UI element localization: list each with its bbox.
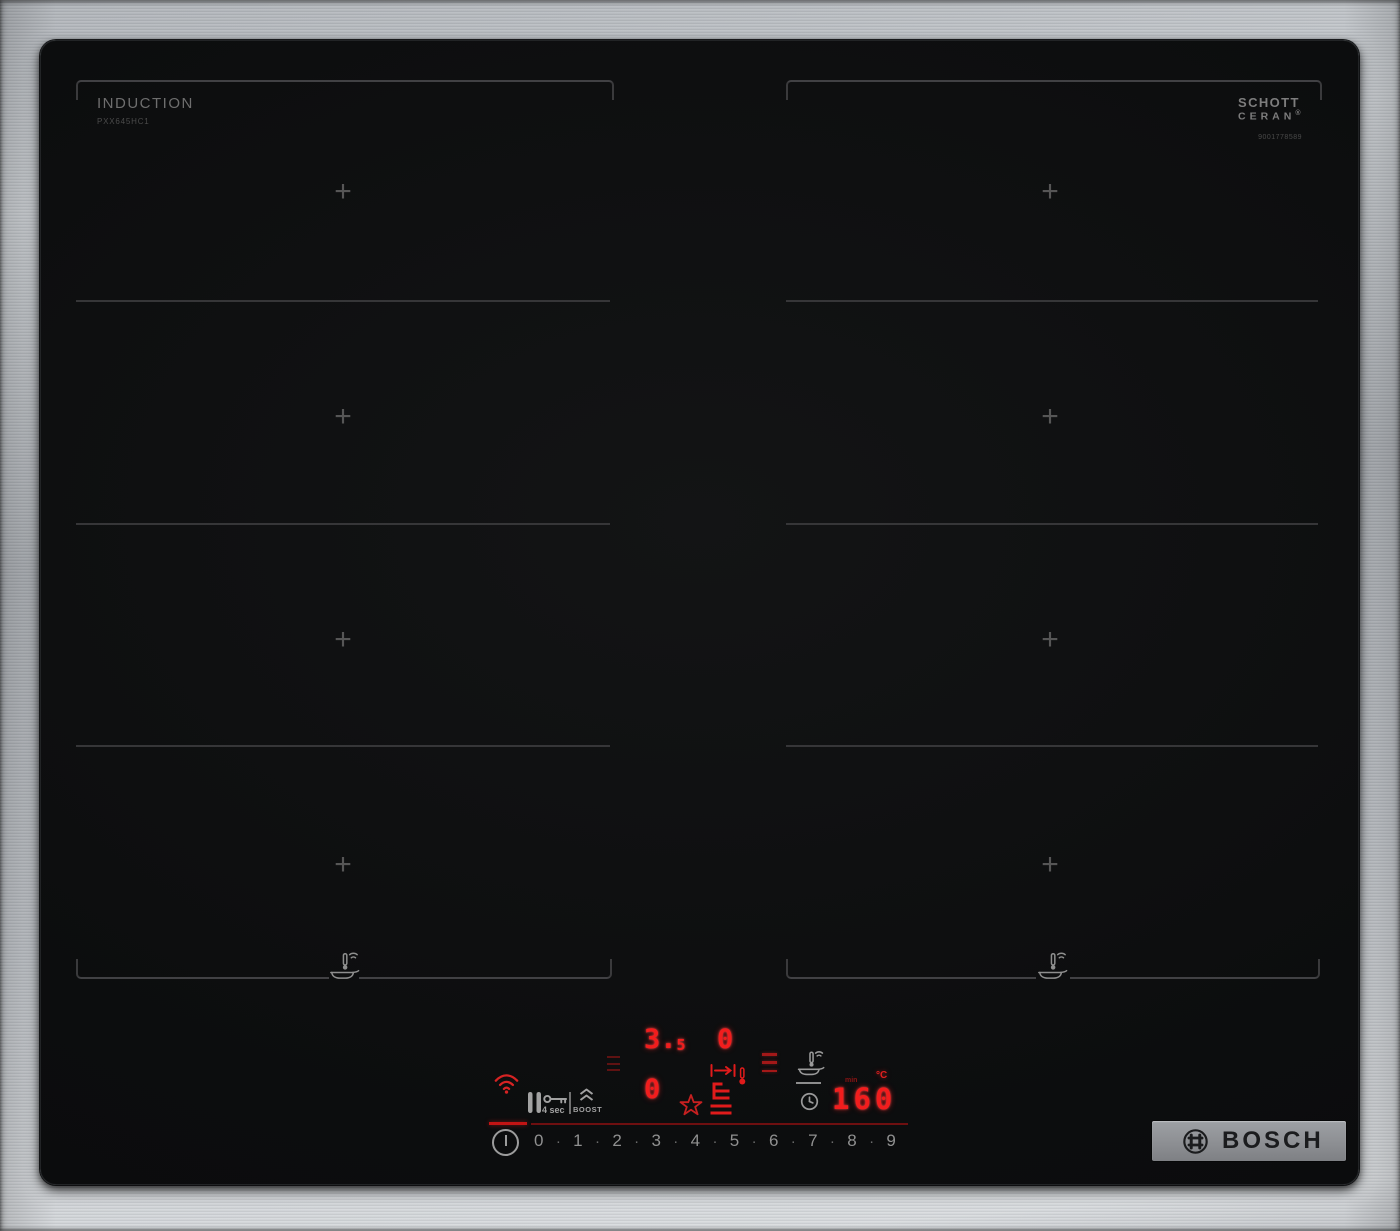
zone-divider xyxy=(786,745,1318,747)
slider-dot: · xyxy=(556,1133,561,1150)
slider-number[interactable]: 8 xyxy=(847,1131,856,1151)
pan-position-cross: + xyxy=(1036,852,1064,880)
fry-sensor-pan-icon xyxy=(1035,949,1069,981)
ceran-line: CERAN® xyxy=(1238,110,1301,123)
childlock-hold-label: 4 sec xyxy=(542,1105,565,1115)
zone-border-bottom-left-b xyxy=(359,959,612,979)
slider-number[interactable]: 6 xyxy=(769,1131,778,1151)
zone-border-bottom-right-a xyxy=(786,959,1036,979)
power-display-top-right: 0 xyxy=(717,1026,733,1053)
registered-mark: ® xyxy=(1295,110,1300,117)
induction-cooktop: INDUCTION PXX645HC1 SCHOTT CERAN® 900177… xyxy=(0,0,1400,1231)
slider-dot: · xyxy=(673,1133,678,1150)
bosch-wordmark: BOSCH xyxy=(1222,1127,1324,1155)
model-number: PXX645HC1 xyxy=(97,117,150,126)
ceramic-glass-surface xyxy=(40,40,1359,1185)
boost-chevrons-icon[interactable] xyxy=(578,1088,595,1102)
slider-dot: · xyxy=(791,1133,796,1150)
slider-number[interactable]: 4 xyxy=(691,1131,700,1151)
zone-divider xyxy=(786,300,1318,302)
slider-dot: · xyxy=(712,1133,717,1150)
zone-divider xyxy=(76,300,610,302)
slider-number[interactable]: 0 xyxy=(534,1131,543,1151)
slider-number[interactable]: 3 xyxy=(651,1131,660,1151)
star-icon[interactable] xyxy=(679,1094,703,1117)
power-button[interactable] xyxy=(492,1129,519,1156)
slider-dot: · xyxy=(869,1133,874,1150)
triple-lines-icon xyxy=(762,1053,777,1072)
slider-dot: · xyxy=(595,1133,600,1150)
slider-number[interactable]: 5 xyxy=(730,1131,739,1151)
boost-label: BOOST xyxy=(573,1105,602,1114)
pan-position-cross: + xyxy=(329,852,357,880)
pan-position-cross: + xyxy=(1036,179,1064,207)
slider-dot: · xyxy=(752,1133,757,1150)
slider-number[interactable]: 7 xyxy=(808,1131,817,1151)
pan-position-cross: + xyxy=(1036,627,1064,655)
slider-number[interactable]: 2 xyxy=(612,1131,621,1151)
pan-move-arrow-icon xyxy=(710,1064,736,1077)
pan-position-cross: + xyxy=(329,627,357,655)
pan-position-cross: + xyxy=(329,179,357,207)
thermometer-icon xyxy=(738,1067,747,1086)
triple-lines-icon xyxy=(607,1056,620,1071)
key-icon[interactable] xyxy=(543,1093,568,1105)
fry-sensor-underline xyxy=(796,1082,821,1084)
zone-divider xyxy=(786,523,1318,525)
pan-transfer-segment-glyph xyxy=(710,1082,734,1115)
fry-sensor-button-icon[interactable] xyxy=(795,1048,826,1077)
temp-unit-label: °C xyxy=(876,1070,887,1081)
glass-serial-number: 9001778589 xyxy=(1238,134,1302,141)
control-separator xyxy=(569,1092,571,1114)
zone-divider xyxy=(76,745,610,747)
bosch-armature-icon xyxy=(1182,1128,1209,1155)
pan-position-cross: + xyxy=(329,404,357,432)
wifi-icon xyxy=(493,1072,520,1095)
zone-border-bottom-left-a xyxy=(76,959,329,979)
power-display-bottom-left: 0 xyxy=(644,1076,660,1103)
zone-border-top-left xyxy=(76,80,614,100)
zone-divider xyxy=(76,523,610,525)
slider-number[interactable]: 1 xyxy=(573,1131,582,1151)
zone-border-top-right xyxy=(786,80,1322,100)
pan-position-cross: + xyxy=(1036,404,1064,432)
slider-active-line xyxy=(489,1122,527,1125)
slider-dot: · xyxy=(830,1133,835,1150)
pause-icon[interactable] xyxy=(528,1092,541,1113)
power-icon xyxy=(505,1135,507,1146)
slider-track-line xyxy=(531,1123,908,1125)
clock-icon[interactable] xyxy=(800,1092,819,1111)
heat-level-slider[interactable]: 0 · 1 · 2 · 3 · 4 · 5 · 6 · 7 · 8 · 9 xyxy=(534,1129,896,1153)
fry-sensor-pan-icon xyxy=(327,949,361,981)
slider-number[interactable]: 9 xyxy=(886,1131,895,1151)
bosch-badge: BOSCH xyxy=(1152,1121,1346,1161)
power-display-top-left: 3.5 xyxy=(644,1026,686,1053)
temperature-display: 160 xyxy=(832,1085,896,1114)
slider-dot: · xyxy=(634,1133,639,1150)
zone-border-bottom-right-b xyxy=(1070,959,1320,979)
